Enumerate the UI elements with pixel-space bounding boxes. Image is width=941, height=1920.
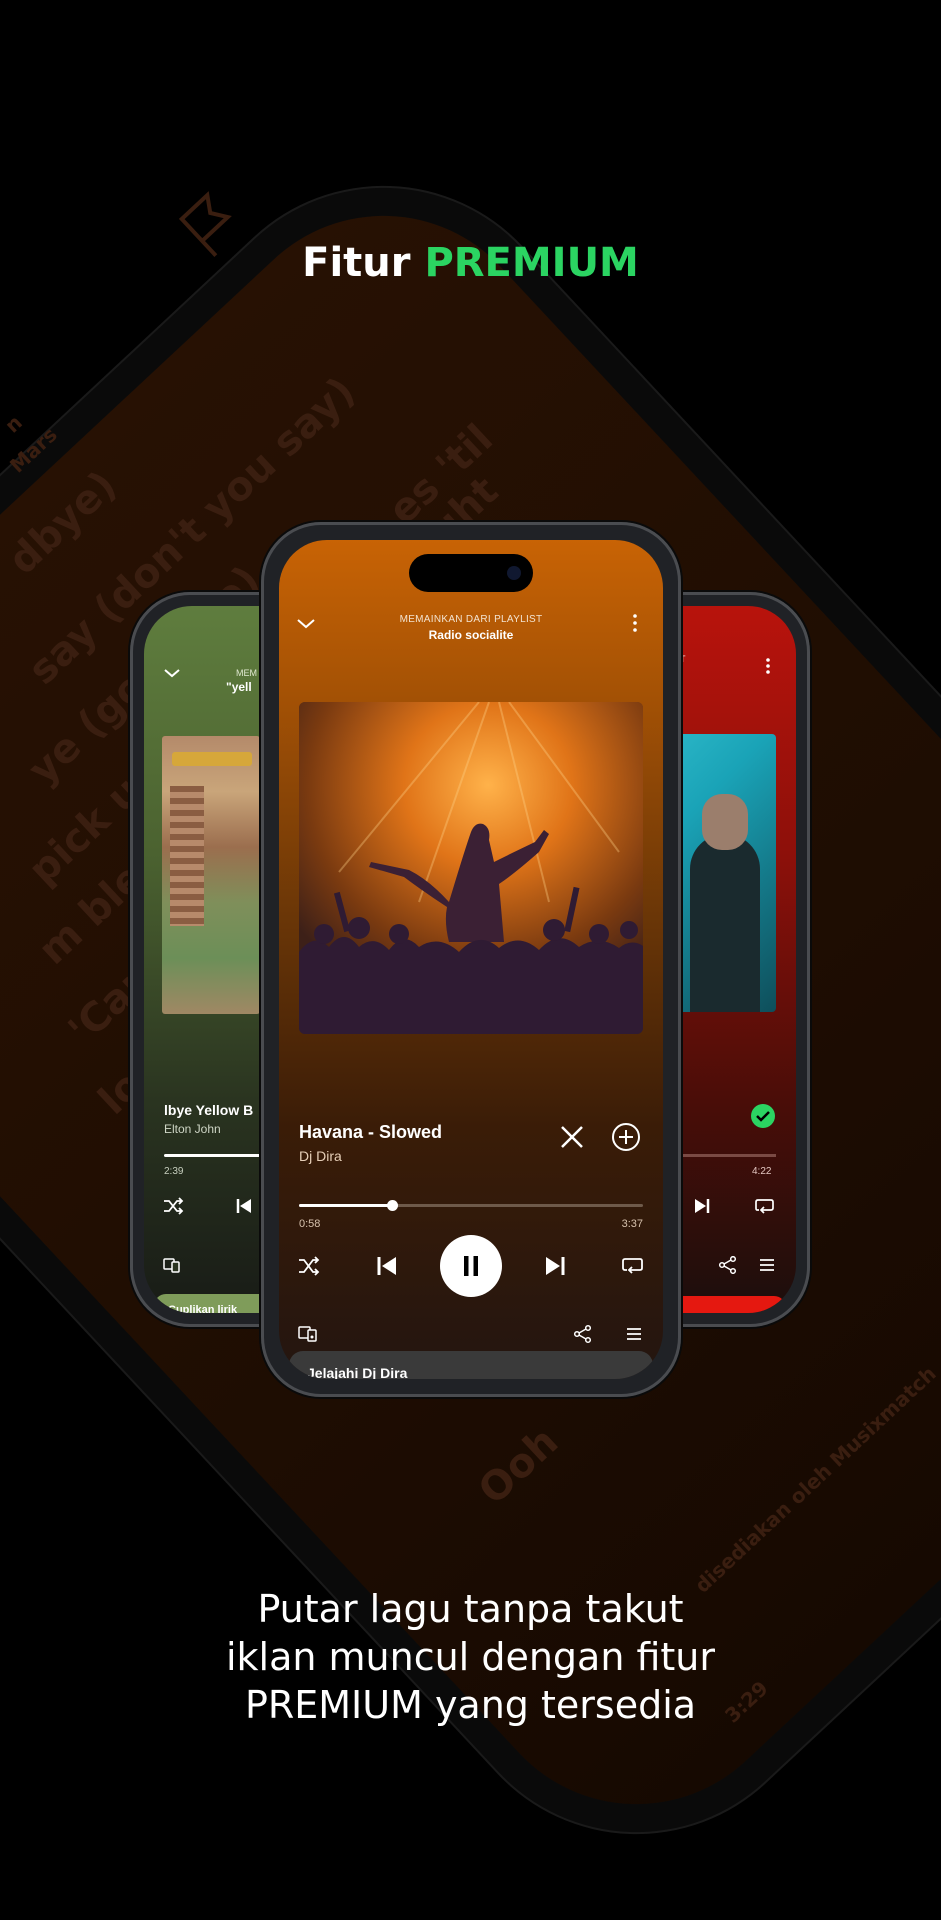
caption-line-1: Putar lagu tanpa takut: [257, 1587, 684, 1631]
left-elapsed-time: 2:39: [164, 1166, 184, 1177]
previous-icon[interactable]: [234, 1196, 254, 1216]
progress-bar[interactable]: [299, 1200, 643, 1211]
explore-artist-card[interactable]: Jelajahi Dj Dira: [289, 1351, 653, 1379]
pause-icon: [464, 1256, 478, 1276]
more-options-icon[interactable]: [631, 612, 639, 634]
caption-line-3: PREMIUM yang tersedia: [244, 1683, 697, 1727]
progress-handle[interactable]: [386, 1200, 398, 1211]
bg-lyric-line: n: [0, 410, 27, 438]
share-icon[interactable]: [718, 1256, 738, 1274]
header-context: MEMAINKAN DARI PLAYLIST: [399, 614, 543, 625]
caption-line-2: iklan muncul dengan fitur: [225, 1635, 716, 1679]
next-icon[interactable]: [543, 1254, 567, 1278]
lyrics-card-label: Cuplikan lirik: [168, 1304, 238, 1313]
page-headline: Fitur PREMIUM: [0, 240, 941, 286]
left-song-artist: Elton John: [164, 1122, 221, 1136]
close-icon[interactable]: [558, 1123, 586, 1151]
left-header-title: "yell: [226, 680, 252, 694]
elapsed-time: 0:58: [299, 1218, 321, 1230]
left-song-title: lbye Yellow B: [164, 1102, 254, 1118]
dynamic-island: [409, 554, 533, 592]
shuffle-icon[interactable]: [162, 1196, 184, 1216]
song-title: Havana - Slowed: [299, 1122, 443, 1142]
shuffle-icon[interactable]: [297, 1255, 321, 1277]
queue-icon[interactable]: [625, 1325, 643, 1343]
song-artist[interactable]: Dj Dira: [299, 1148, 342, 1164]
pause-button[interactable]: [440, 1235, 502, 1297]
album-art: [162, 736, 260, 1014]
connect-device-icon[interactable]: [162, 1256, 182, 1274]
connect-device-icon[interactable]: [297, 1324, 319, 1344]
saved-check-icon[interactable]: [750, 1103, 776, 1129]
repeat-icon[interactable]: [621, 1255, 645, 1277]
main-phone: MEMAINKAN DARI PLAYLIST Radio socialite: [261, 522, 681, 1397]
left-progress-fill[interactable]: [164, 1154, 260, 1157]
right-duration: 4:22: [752, 1166, 772, 1177]
total-duration: 3:37: [621, 1218, 643, 1230]
headline-prefix: Fitur: [302, 240, 411, 286]
left-header-small: MEM: [236, 668, 257, 678]
more-options-icon[interactable]: [764, 656, 772, 676]
previous-icon[interactable]: [375, 1254, 399, 1278]
explore-artist-label: Jelajahi Dj Dira: [307, 1365, 408, 1379]
album-art: [299, 702, 643, 1034]
share-icon[interactable]: [573, 1324, 593, 1344]
add-to-library-icon[interactable]: [611, 1122, 641, 1152]
repeat-icon[interactable]: [754, 1196, 776, 1216]
header-title[interactable]: Radio socialite: [279, 628, 663, 642]
page-caption: Putar lagu tanpa takut iklan muncul deng…: [0, 1585, 941, 1729]
progress-fill: [299, 1204, 392, 1207]
next-icon[interactable]: [692, 1196, 712, 1216]
headline-accent: PREMIUM: [424, 240, 639, 286]
main-phone-screen: MEMAINKAN DARI PLAYLIST Radio socialite: [279, 540, 663, 1379]
chevron-down-icon[interactable]: [162, 666, 182, 680]
queue-icon[interactable]: [758, 1256, 776, 1274]
